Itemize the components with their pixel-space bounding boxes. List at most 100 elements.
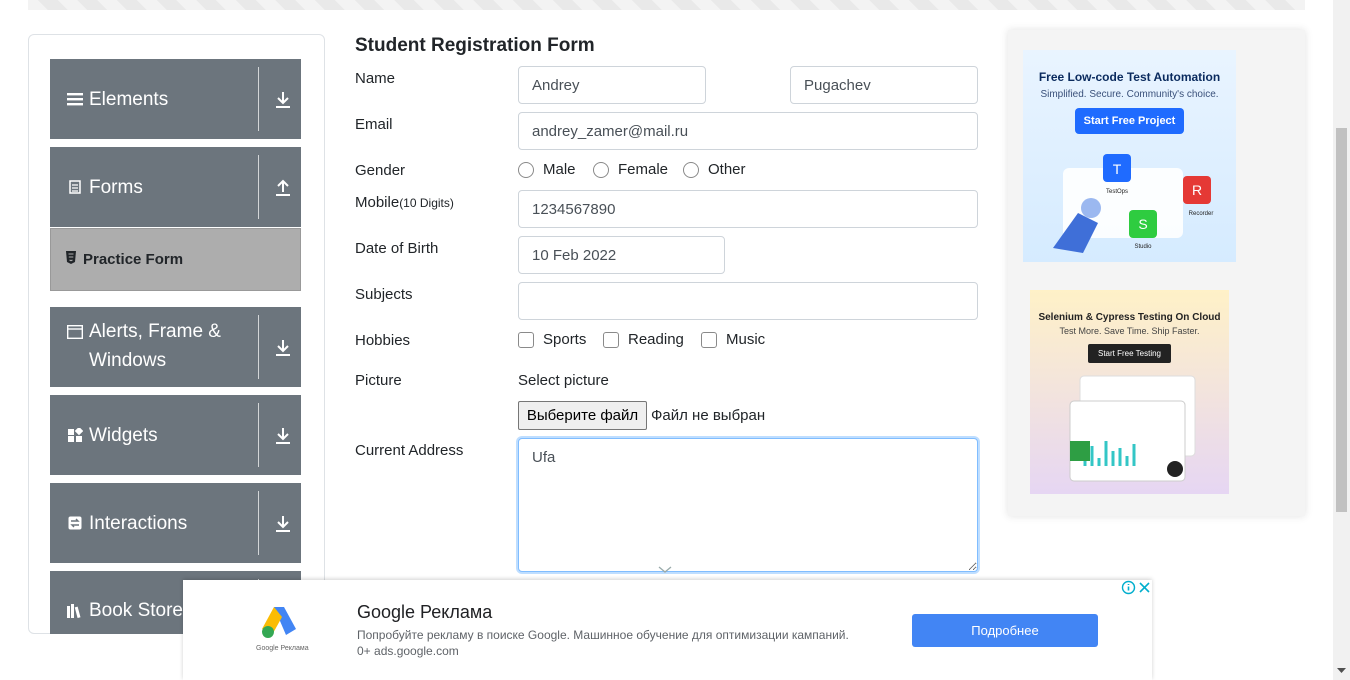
logo-caption: Google Реклама <box>256 645 309 652</box>
scrollbar-thumb[interactable] <box>1336 128 1347 512</box>
svg-text:R: R <box>1192 182 1202 198</box>
hobby-reading-checkbox[interactable]: Reading <box>603 331 684 348</box>
widgets-icon <box>66 426 84 444</box>
gender-male-radio[interactable]: Male <box>518 161 576 178</box>
sidebar-group-interactions[interactable]: Interactions <box>50 483 301 563</box>
radio-label: Male <box>543 161 576 178</box>
mobile-hint: (10 Digits) <box>399 196 454 210</box>
last-name-input[interactable] <box>790 66 978 104</box>
down-arrow-icon[interactable] <box>272 89 294 111</box>
books-icon <box>66 602 84 620</box>
sidebar-group-forms[interactable]: Forms <box>50 147 301 227</box>
document-icon <box>66 178 84 196</box>
ad-title: Selenium & Cypress Testing On Cloud <box>1038 312 1221 323</box>
gender-female-radio[interactable]: Female <box>593 161 668 178</box>
name-label: Name <box>355 70 396 87</box>
checkbox-label: Music <box>726 331 766 348</box>
divider <box>258 491 259 555</box>
date-of-birth-input[interactable] <box>518 236 725 274</box>
html5-icon <box>65 250 77 269</box>
checkbox-box[interactable] <box>518 331 534 348</box>
sidebar-item-label: Practice Form <box>83 251 184 268</box>
file-status: Файл не выбран <box>651 407 766 424</box>
ad-subtitle: Test More. Save Time. Ship Faster. <box>1059 326 1200 336</box>
ad-title: Google Реклама <box>357 602 493 622</box>
ad-subtitle: Simplified. Secure. Community's choice. <box>1040 89 1219 100</box>
divider <box>258 67 259 131</box>
email-input[interactable] <box>518 112 978 150</box>
interactions-icon <box>66 514 84 532</box>
down-arrow-icon[interactable] <box>272 425 294 447</box>
top-banner <box>28 0 1305 10</box>
picture-label: Picture <box>355 372 402 389</box>
down-arrow-icon[interactable] <box>272 513 294 535</box>
google-ads-logo-icon <box>262 607 296 638</box>
ad-description: Попробуйте рекламу в поиске Google. Маши… <box>357 628 849 658</box>
divider <box>258 403 259 467</box>
dob-label: Date of Birth <box>355 240 439 257</box>
ad-more-button[interactable]: Подробнее <box>912 614 1098 647</box>
hobby-sports-checkbox[interactable]: Sports <box>518 331 586 348</box>
info-icon[interactable] <box>1121 580 1136 595</box>
divider <box>258 155 259 219</box>
sidebar-group-label: Interactions <box>89 512 188 534</box>
mobile-input[interactable] <box>518 190 978 228</box>
sidebar-group-label: Forms <box>89 176 143 198</box>
window-icon <box>66 323 84 341</box>
chevron-down-icon <box>658 566 672 573</box>
choose-file-button[interactable]: Выберите файл <box>518 401 647 430</box>
ad-illustration <box>1069 375 1196 482</box>
lambdatest-ad[interactable]: Selenium & Cypress Testing On Cloud Test… <box>1030 290 1229 494</box>
address-label: Current Address <box>355 442 464 459</box>
subjects-input[interactable] <box>518 282 978 320</box>
up-arrow-icon[interactable] <box>272 177 294 199</box>
sidebar-group-label: Elements <box>89 88 169 110</box>
svg-text:T: T <box>1113 161 1122 177</box>
scrollbar[interactable] <box>1333 0 1350 680</box>
hobby-music-checkbox[interactable]: Music <box>701 331 765 348</box>
checkbox-label: Reading <box>628 331 684 348</box>
ad-label-testops: TestOps <box>1106 189 1128 195</box>
email-label: Email <box>355 116 393 133</box>
sidebar-item-practice-form[interactable]: Practice Form <box>50 228 301 291</box>
ad-column: Free Low-code Test Automation Simplified… <box>1008 30 1305 516</box>
mobile-label: Mobile(10 Digits) <box>355 194 454 211</box>
gender-other-radio[interactable]: Other <box>683 161 746 178</box>
current-address-textarea[interactable]: Ufa <box>518 438 978 572</box>
checkbox-label: Sports <box>543 331 587 348</box>
sidebar-group-label: Widgets <box>89 424 158 446</box>
ad-title: Free Low-code Test Automation <box>1038 70 1221 84</box>
page-title: Student Registration Form <box>355 35 595 56</box>
radio-circle[interactable] <box>593 161 609 178</box>
radio-circle[interactable] <box>518 161 534 178</box>
select-picture-label: Select picture <box>518 372 609 389</box>
hamburger-icon <box>66 90 84 108</box>
ad-label-studio: Studio <box>1134 244 1152 250</box>
ad-cta-button[interactable]: Start Free Project <box>1074 108 1185 134</box>
gender-label: Gender <box>355 162 406 179</box>
ad-illustration: T TestOps R Recorder S Studio <box>1053 154 1213 253</box>
radio-label: Other <box>708 161 746 178</box>
scroll-down-arrow-icon[interactable] <box>1337 666 1346 675</box>
checkbox-box[interactable] <box>603 331 619 348</box>
sidebar-group-elements[interactable]: Elements <box>50 59 301 139</box>
svg-text:S: S <box>1138 216 1147 232</box>
sidebar: Elements Forms Practice Form Alerts, Fra… <box>28 34 325 634</box>
first-name-input[interactable] <box>518 66 706 104</box>
google-ads-banner[interactable]: Google Реклама Google Реклама Попробуйте… <box>183 580 1152 680</box>
sidebar-group-label: Book Store <box>89 600 183 621</box>
checkbox-box[interactable] <box>701 331 717 348</box>
down-arrow-icon[interactable] <box>272 337 294 359</box>
close-icon[interactable] <box>1137 580 1152 595</box>
mobile-label-text: Mobile <box>355 194 400 211</box>
ad-cta-button[interactable]: Start Free Testing <box>1088 344 1171 363</box>
hobbies-label: Hobbies <box>355 332 411 349</box>
radio-circle[interactable] <box>683 161 699 178</box>
sidebar-group-alerts[interactable]: Alerts, Frame & Windows <box>50 307 301 387</box>
sidebar-group-widgets[interactable]: Widgets <box>50 395 301 475</box>
page: Elements Forms Practice Form Alerts, Fra… <box>0 0 1350 680</box>
divider <box>258 315 259 379</box>
radio-label: Female <box>618 161 669 178</box>
katalon-ad[interactable]: Free Low-code Test Automation Simplified… <box>1023 50 1236 262</box>
sidebar-group-label: Alerts, Frame & Windows <box>89 321 221 371</box>
